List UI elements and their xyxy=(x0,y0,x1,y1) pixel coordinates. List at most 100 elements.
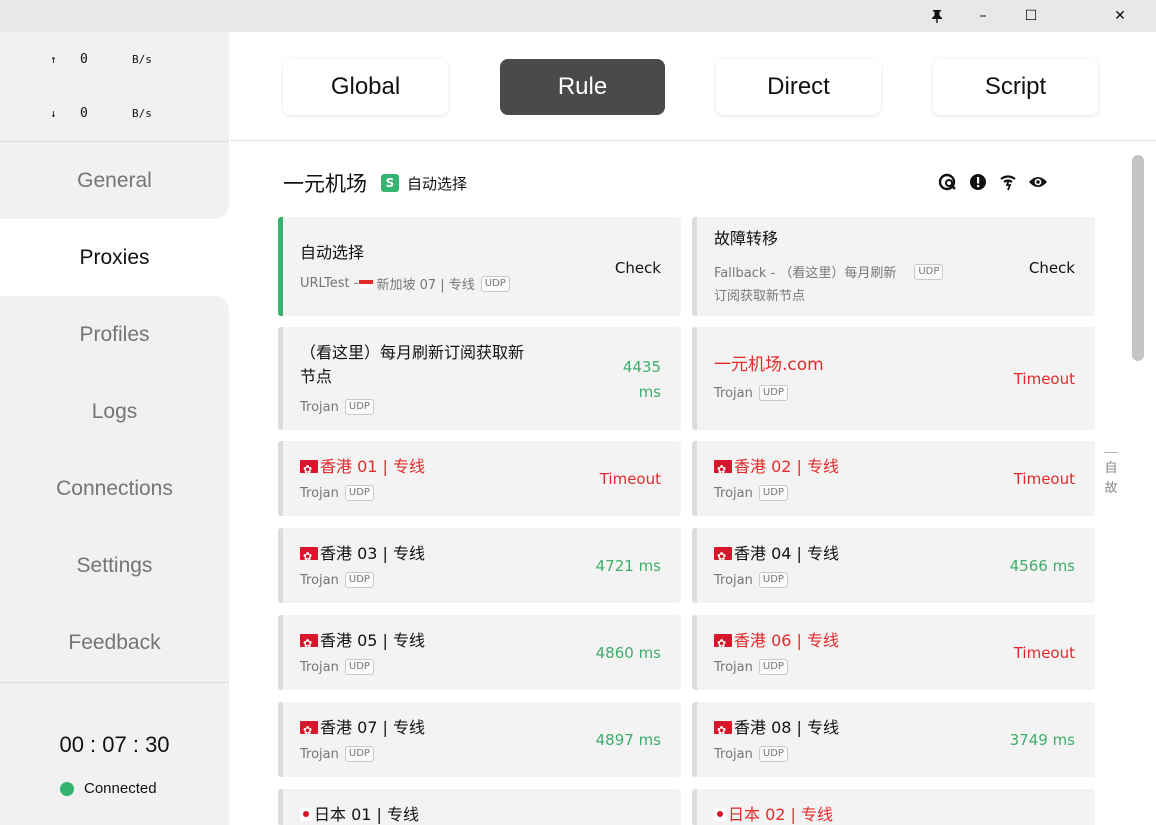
proxy-type-line1: Fallback - （看这里）每月刷新 UDP xyxy=(714,262,944,281)
sidebar-item-feedback[interactable]: Feedback xyxy=(0,604,229,681)
mode-bar: Global Rule Direct Script xyxy=(230,32,1156,141)
proxy-card[interactable]: 日本 02 | 专线 xyxy=(692,789,1095,825)
hongkong-flag-icon xyxy=(300,719,318,743)
proxy-card[interactable]: 香港 04 | 专线 TrojanUDP 4566 ms xyxy=(692,528,1095,603)
proxy-card[interactable]: 香港 05 | 专线 TrojanUDP 4860 ms xyxy=(278,615,681,690)
pin-icon[interactable] xyxy=(914,0,960,32)
proxy-type: Trojan UDP xyxy=(714,385,788,401)
japan-flag-icon xyxy=(300,808,312,821)
latency: 4435 xyxy=(622,358,661,376)
proxy-name: 日本 01 | 专线 xyxy=(300,803,419,825)
proxy-type: Trojan UDP xyxy=(714,659,788,675)
udp-badge: UDP xyxy=(914,263,944,280)
sidebar-item-general[interactable]: General xyxy=(0,142,229,219)
sidebar-item-proxies[interactable]: Proxies xyxy=(0,219,229,296)
proxy-card[interactable]: 香港 01 | 专线 TrojanUDP Timeout xyxy=(278,441,681,516)
close-button[interactable]: ✕ xyxy=(1097,0,1143,32)
group-index-item[interactable]: 故 xyxy=(1104,479,1118,499)
proxy-type: Trojan UDP xyxy=(714,572,788,588)
mode-global-button[interactable]: Global xyxy=(283,59,448,115)
upload-value: 0 xyxy=(80,52,88,67)
udp-badge: UDP xyxy=(344,746,374,762)
hongkong-flag-icon xyxy=(300,545,318,569)
locate-icon[interactable] xyxy=(933,170,963,194)
sidebar: ↑ 0 B/s ↓ 0 B/s General Proxies Profiles… xyxy=(0,32,229,825)
proxy-card[interactable]: 日本 01 | 专线 xyxy=(278,789,681,825)
proxy-name: 香港 02 | 专线 xyxy=(714,455,839,482)
sidebar-item-connections[interactable]: Connections xyxy=(0,450,229,527)
proxy-card[interactable]: 香港 02 | 专线 TrojanUDP Timeout xyxy=(692,441,1095,516)
proxy-name: 香港 06 | 专线 xyxy=(714,629,839,656)
check-button[interactable]: Check xyxy=(1029,259,1075,277)
mode-direct-button[interactable]: Direct xyxy=(716,59,881,115)
hongkong-flag-icon xyxy=(714,632,732,656)
proxy-name: 香港 05 | 专线 xyxy=(300,629,425,656)
status-dot-icon xyxy=(60,781,74,796)
proxy-name: 香港 03 | 专线 xyxy=(300,542,425,569)
proxy-name: 香港 07 | 专线 xyxy=(300,716,425,743)
proxy-card[interactable]: 香港 06 | 专线 TrojanUDP Timeout xyxy=(692,615,1095,690)
group-selected: 自动选择 xyxy=(407,174,468,193)
sidebar-item-logs[interactable]: Logs xyxy=(0,373,229,450)
proxy-name: 故障转移 xyxy=(714,229,779,248)
hongkong-flag-icon xyxy=(300,632,318,656)
group-title: 一元机场 xyxy=(283,172,367,196)
eye-icon[interactable] xyxy=(1023,170,1053,194)
hongkong-flag-icon xyxy=(714,458,732,482)
latency: 4860 ms xyxy=(595,644,661,662)
check-button[interactable]: Check xyxy=(615,259,661,277)
proxy-name-line2: 节点 xyxy=(300,367,333,386)
proxy-type: Trojan UDP xyxy=(300,659,374,675)
udp-badge: UDP xyxy=(344,572,374,588)
proxy-card[interactable]: 自动选择 URLTest - 新加坡 07 | 专线 UDP Check xyxy=(278,217,681,316)
proxy-card[interactable]: 香港 03 | 专线 TrojanUDP 4721 ms xyxy=(278,528,681,603)
mode-rule-button[interactable]: Rule xyxy=(500,59,665,115)
download-value: 0 xyxy=(80,106,88,121)
alert-icon[interactable] xyxy=(963,170,993,194)
proxy-card[interactable]: 一元机场.com Trojan UDP Timeout xyxy=(692,327,1095,430)
udp-badge: UDP xyxy=(344,485,374,501)
hongkong-flag-icon xyxy=(714,719,732,743)
udp-badge: UDP xyxy=(344,399,374,415)
proxy-card[interactable]: 故障转移 Fallback - （看这里）每月刷新 UDP 订阅获取新节点 Che… xyxy=(692,217,1095,316)
maximize-button[interactable]: ☐ xyxy=(1008,0,1054,32)
latency: Timeout xyxy=(1013,370,1075,388)
group-index-item[interactable]: 自 xyxy=(1104,459,1118,479)
proxy-name: 自动选择 xyxy=(300,243,365,262)
proxy-name: 日本 02 | 专线 xyxy=(714,803,833,825)
selected-indicator xyxy=(278,217,283,316)
delay-test-icon[interactable] xyxy=(993,170,1023,194)
udp-badge: UDP xyxy=(758,485,788,501)
title-bar: – ☐ ✕ xyxy=(0,0,1156,32)
proxy-type-line2: 订阅获取新节点 xyxy=(714,289,806,304)
udp-badge: UDP xyxy=(480,275,510,292)
status-label: Connected xyxy=(84,780,157,797)
proxy-type: Trojan UDP xyxy=(714,485,788,501)
group-toolbar xyxy=(933,170,1053,194)
udp-badge: UDP xyxy=(344,659,374,675)
udp-badge: UDP xyxy=(758,385,788,401)
proxy-type: Trojan UDP xyxy=(714,746,788,762)
uptime-timer: 00 : 07 : 30 xyxy=(59,732,170,757)
proxy-card[interactable]: 香港 07 | 专线 TrojanUDP 4897 ms xyxy=(278,702,681,777)
latency: 3749 ms xyxy=(1009,731,1075,749)
upload-speed: ↑ 0 B/s xyxy=(50,52,152,67)
mode-script-button[interactable]: Script xyxy=(933,59,1098,115)
proxy-group-header[interactable]: 一元机场 S 自动选择 xyxy=(283,168,467,198)
group-type-badge: S xyxy=(381,174,399,192)
japan-flag-icon xyxy=(714,808,726,821)
sidebar-nav: General Proxies Profiles Logs Connection… xyxy=(0,142,229,681)
group-index: 自 故 xyxy=(1104,452,1118,499)
proxy-card[interactable]: 香港 08 | 专线 TrojanUDP 3749 ms xyxy=(692,702,1095,777)
scrollbar-thumb[interactable] xyxy=(1132,155,1144,361)
sidebar-item-profiles[interactable]: Profiles xyxy=(0,296,229,373)
proxy-name: 香港 04 | 专线 xyxy=(714,542,839,569)
download-arrow-icon: ↓ xyxy=(50,107,57,120)
latency: Timeout xyxy=(1013,470,1075,488)
hongkong-flag-icon xyxy=(300,458,318,482)
proxy-card[interactable]: （看这里）每月刷新订阅获取新 节点 Trojan UDP 4435 ms xyxy=(278,327,681,430)
proxy-type: Trojan UDP xyxy=(300,399,374,415)
sidebar-item-settings[interactable]: Settings xyxy=(0,527,229,604)
minimize-button[interactable]: – xyxy=(960,0,1006,32)
proxy-name: 一元机场.com xyxy=(714,355,824,375)
